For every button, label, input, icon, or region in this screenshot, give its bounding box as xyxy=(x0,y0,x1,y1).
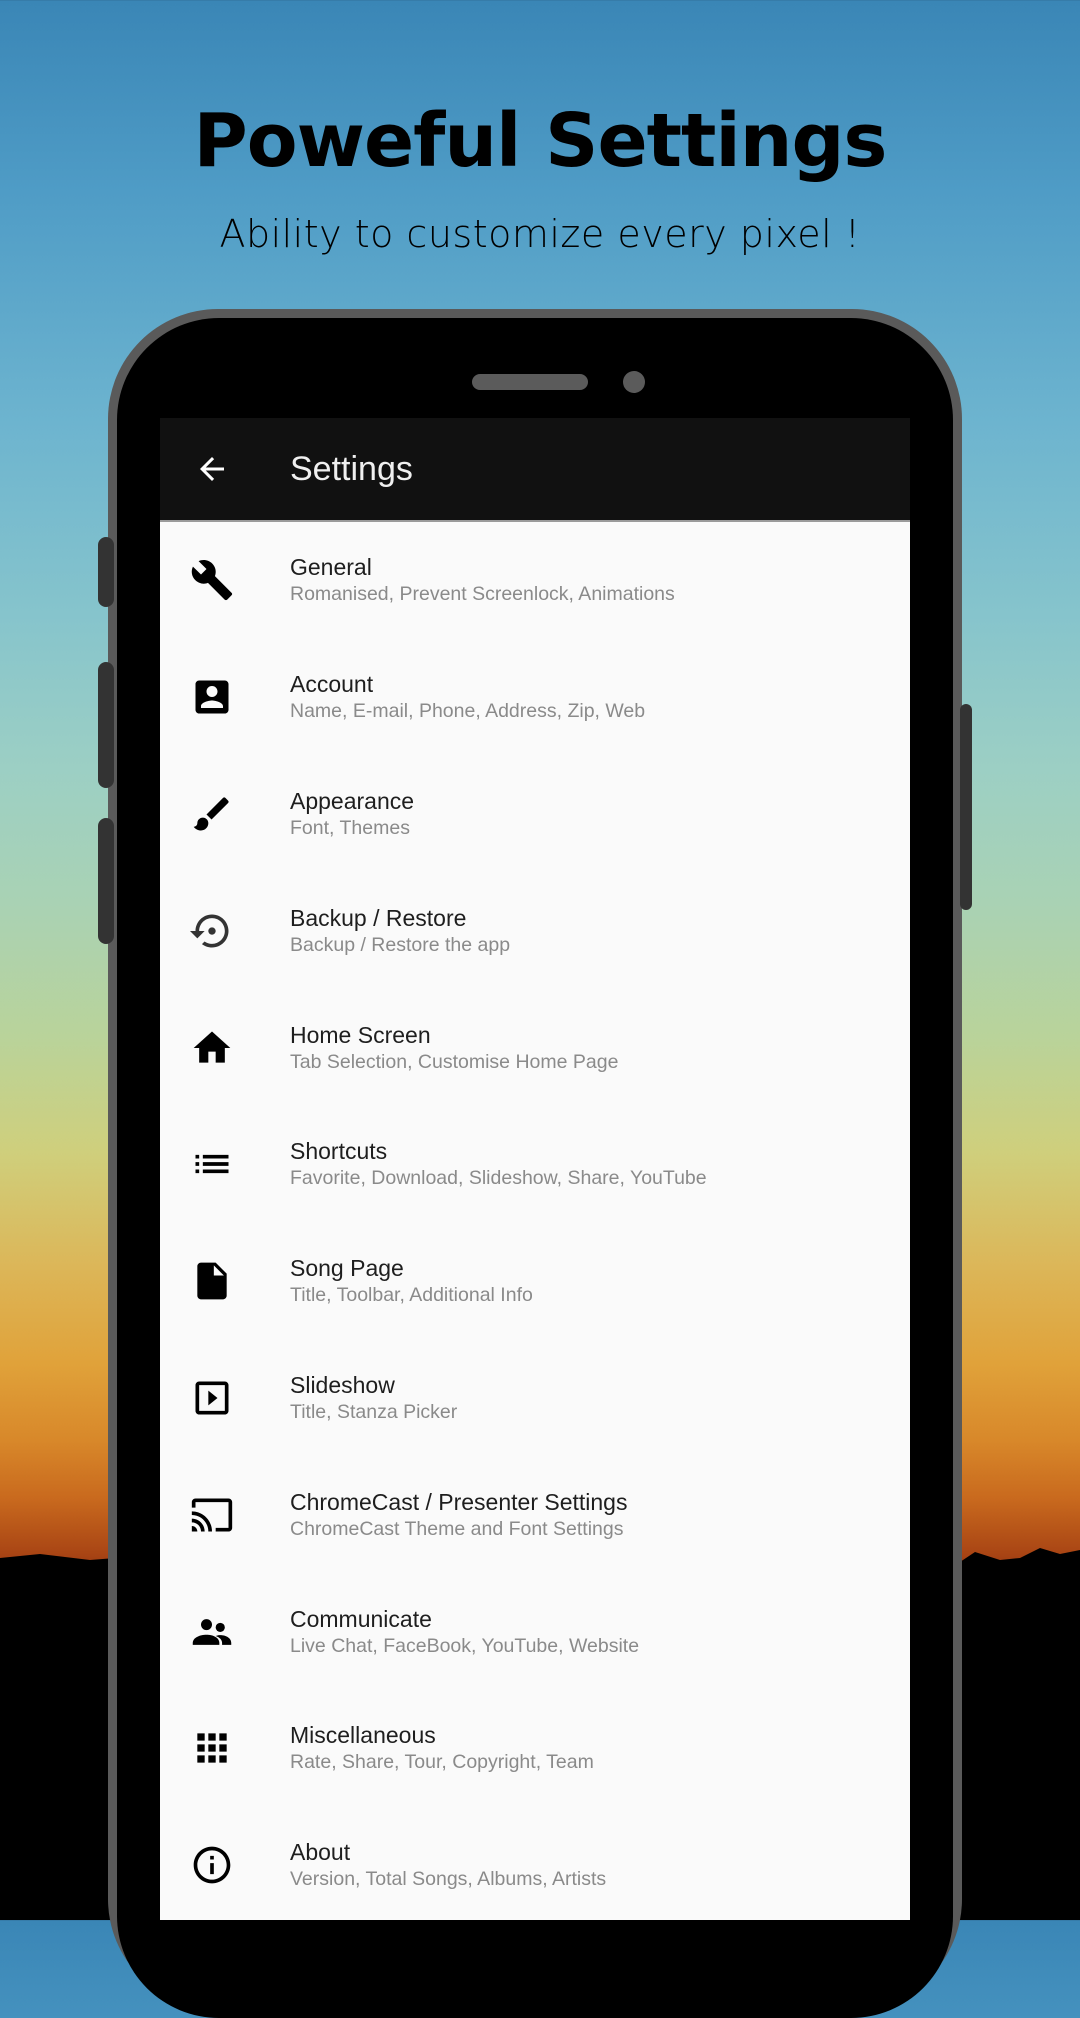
item-title: ChromeCast / Presenter Settings xyxy=(290,1488,628,1515)
phone-camera xyxy=(623,371,645,393)
phone-speaker xyxy=(472,374,588,390)
settings-screen: Settings General Romanised, Prevent Scre… xyxy=(160,418,910,1920)
item-title: Slideshow xyxy=(290,1371,395,1398)
page-title: Settings xyxy=(290,449,413,488)
item-subtitle: Live Chat, FaceBook, YouTube, Website xyxy=(290,1634,640,1657)
apps-grid-icon xyxy=(197,1733,227,1764)
settings-item-backup-restore[interactable]: Backup / Restore Backup / Restore the ap… xyxy=(160,872,910,989)
phone-side-button-right xyxy=(960,704,972,910)
back-button[interactable] xyxy=(160,418,264,520)
item-title: Communicate xyxy=(290,1605,432,1632)
item-subtitle: Title, Stanza Picker xyxy=(290,1400,458,1423)
account-box-icon xyxy=(195,680,229,714)
settings-item-slideshow[interactable]: Slideshow Title, Stanza Picker xyxy=(160,1340,910,1457)
item-title: Miscellaneous xyxy=(290,1722,436,1749)
phone-side-button-left-2 xyxy=(98,662,114,788)
item-title: Appearance xyxy=(290,787,415,814)
list-icon xyxy=(195,1155,229,1174)
item-subtitle: Title, Toolbar, Additional Info xyxy=(290,1284,533,1307)
settings-item-chromecast[interactable]: ChromeCast / Presenter Settings ChromeCa… xyxy=(160,1456,910,1573)
item-title: Account xyxy=(290,671,374,698)
settings-item-general[interactable]: General Romanised, Prevent Screenlock, A… xyxy=(160,522,910,639)
settings-item-miscellaneous[interactable]: Miscellaneous Rate, Share, Tour, Copyrig… xyxy=(160,1690,910,1807)
phone-side-button-left-1 xyxy=(98,537,114,607)
item-subtitle: Tab Selection, Customise Home Page xyxy=(290,1050,619,1073)
item-subtitle: Romanised, Prevent Screenlock, Animation… xyxy=(290,583,675,606)
item-subtitle: Font, Themes xyxy=(290,816,410,839)
settings-item-home-screen[interactable]: Home Screen Tab Selection, Customise Hom… xyxy=(160,989,910,1106)
brush-icon xyxy=(193,797,229,831)
item-subtitle: Name, E-mail, Phone, Address, Zip, Web xyxy=(290,700,646,723)
cast-icon xyxy=(191,1498,233,1532)
wrench-icon xyxy=(191,560,233,601)
phone-side-button-left-3 xyxy=(98,818,114,944)
item-subtitle: ChromeCast Theme and Font Settings xyxy=(290,1517,624,1540)
item-subtitle: Rate, Share, Tour, Copyright, Team xyxy=(290,1751,594,1774)
item-title: Home Screen xyxy=(290,1021,431,1048)
file-icon xyxy=(197,1262,227,1300)
promo-subline: Ability to customize every pixel ! xyxy=(219,212,861,256)
settings-item-communicate[interactable]: Communicate Live Chat, FaceBook, YouTube… xyxy=(160,1573,910,1690)
item-subtitle: Favorite, Download, Slideshow, Share, Yo… xyxy=(290,1167,707,1190)
settings-list: General Romanised, Prevent Screenlock, A… xyxy=(160,522,910,1924)
item-subtitle: Version, Total Songs, Albums, Artists xyxy=(290,1868,607,1891)
restore-icon xyxy=(190,914,229,948)
settings-item-shortcuts[interactable]: Shortcuts Favorite, Download, Slideshow,… xyxy=(160,1106,910,1223)
item-subtitle: Backup / Restore the app xyxy=(290,933,511,956)
people-icon xyxy=(192,1618,232,1645)
settings-item-about[interactable]: About Version, Total Songs, Albums, Arti… xyxy=(160,1807,910,1924)
item-title: Backup / Restore xyxy=(290,904,467,931)
slideshow-icon xyxy=(195,1381,229,1415)
arrow-left-icon xyxy=(200,457,224,481)
item-title: Song Page xyxy=(290,1255,404,1282)
app-bar: Settings xyxy=(160,418,910,522)
item-title: Shortcuts xyxy=(290,1138,388,1165)
settings-item-song-page[interactable]: Song Page Title, Toolbar, Additional Inf… xyxy=(160,1223,910,1340)
info-icon xyxy=(193,1846,231,1884)
item-title: General xyxy=(290,554,372,581)
promo-headline: Poweful Settings xyxy=(193,98,888,184)
home-icon xyxy=(193,1031,231,1063)
item-title: About xyxy=(290,1839,351,1866)
settings-item-appearance[interactable]: Appearance Font, Themes xyxy=(160,756,910,873)
settings-item-account[interactable]: Account Name, E-mail, Phone, Address, Zi… xyxy=(160,639,910,756)
